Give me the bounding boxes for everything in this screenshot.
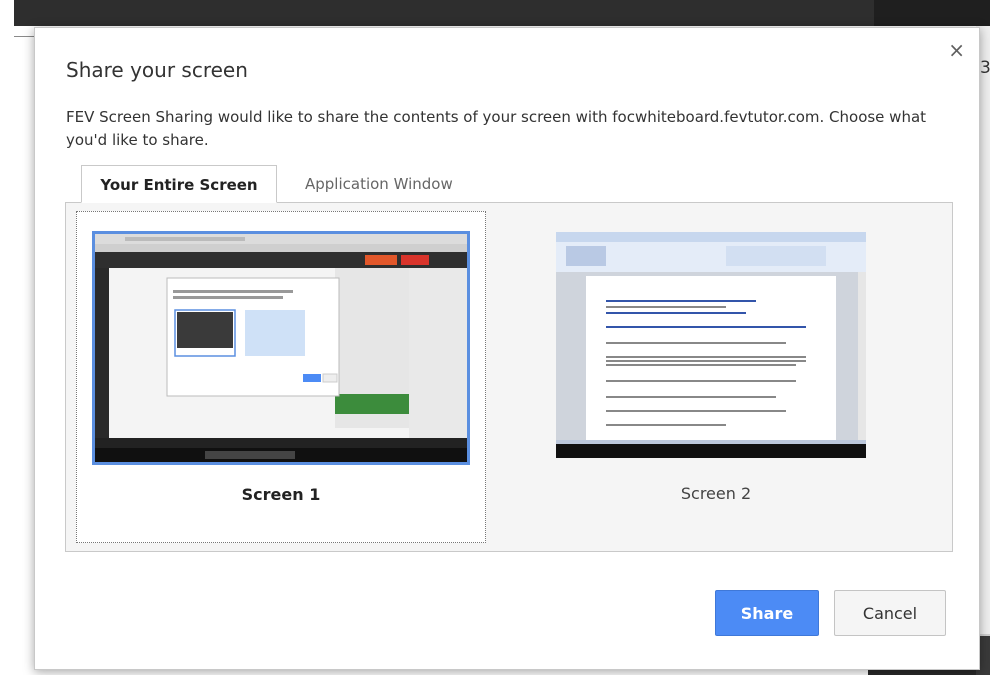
share-screen-dialog: × Share your screen FEV Screen Sharing w…	[34, 27, 980, 670]
dialog-description: FEV Screen Sharing would like to share t…	[66, 108, 927, 149]
tab-your-entire-screen[interactable]: Your Entire Screen	[81, 165, 277, 203]
dialog-title: Share your screen	[66, 58, 248, 82]
screen-1-label: Screen 1	[241, 485, 321, 504]
background-titlebar-dark	[874, 0, 990, 26]
screen-2-label: Screen 2	[680, 484, 752, 503]
screen-2-thumbnail[interactable]	[526, 230, 904, 464]
cancel-button[interactable]: Cancel	[834, 590, 946, 636]
background-divider	[14, 36, 36, 37]
screen-picker-panel: Screen 1 Screen 2	[65, 202, 953, 552]
screen-option-2[interactable]: Screen 2	[511, 211, 921, 543]
share-button[interactable]: Share	[715, 590, 819, 636]
tab-application-window[interactable]: Application Window	[291, 165, 467, 203]
screen-1-thumbnail[interactable]	[92, 231, 470, 465]
screen-2-preview-image	[556, 232, 866, 458]
background-browser-titlebar	[14, 0, 990, 26]
screen-option-1[interactable]: Screen 1	[76, 211, 486, 543]
screen-1-preview-image	[95, 234, 467, 462]
background-edge-text: 3	[980, 58, 990, 78]
close-icon[interactable]: ×	[948, 40, 965, 60]
